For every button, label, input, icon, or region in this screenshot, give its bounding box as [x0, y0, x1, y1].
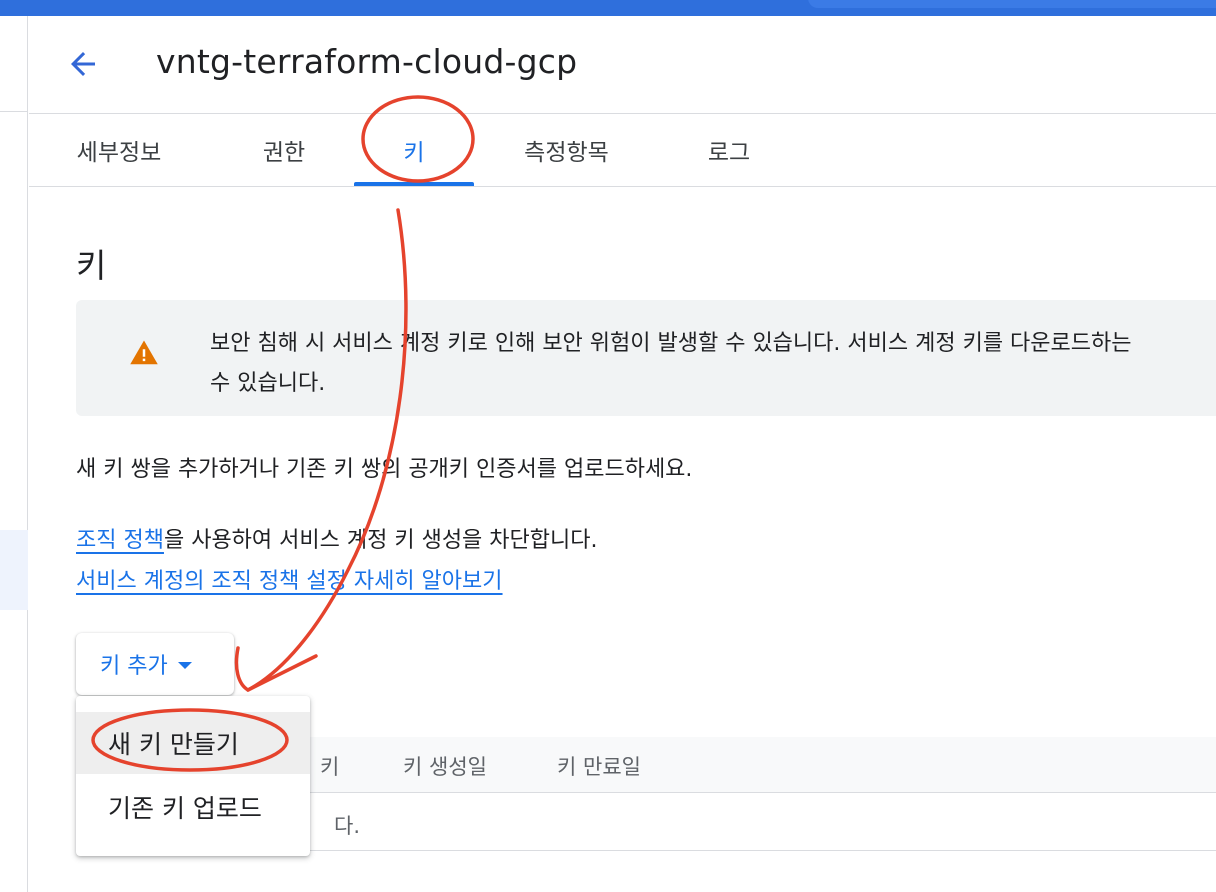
tab-keys[interactable]: 키 — [354, 114, 474, 186]
active-tab-indicator — [354, 182, 474, 186]
empty-state-text: 다. — [334, 814, 360, 838]
column-header-created[interactable]: 키 생성일 — [403, 751, 487, 781]
warning-text-line-2: 수 있습니다. — [210, 371, 326, 396]
add-key-label: 키 추가 — [100, 654, 168, 679]
column-header-expires[interactable]: 키 만료일 — [557, 751, 641, 781]
page-title: vntg-terraform-cloud-gcp — [156, 42, 578, 81]
policy-sentence: 조직 정책을 사용하여 서비스 계정 키 생성을 차단합니다. — [76, 522, 597, 554]
warning-text: 보안 침해 시 서비스 계정 키로 인해 보안 위험이 발생할 수 있습니다. … — [210, 324, 1216, 404]
page-header: vntg-terraform-cloud-gcp — [29, 16, 1216, 114]
tab-metrics[interactable]: 측정항목 — [504, 114, 629, 186]
security-warning-banner: 보안 침해 시 서비스 계정 키로 인해 보안 위험이 발생할 수 있습니다. … — [76, 300, 1216, 416]
nav-item-active[interactable] — [0, 530, 28, 610]
search-bar-edge[interactable] — [808, 0, 1216, 8]
column-header-key[interactable]: 키 — [320, 751, 339, 781]
menu-item-create-new-key[interactable]: 새 키 만들기 — [76, 712, 310, 774]
policy-sentence-suffix: 을 사용하여 서비스 계정 키 생성을 차단합니다. — [163, 528, 598, 553]
menu-item-upload-existing-key[interactable]: 기존 키 업로드 — [76, 776, 310, 838]
tab-details[interactable]: 세부정보 — [59, 114, 179, 186]
nav-divider — [0, 111, 28, 112]
warning-text-line-1: 보안 침해 시 서비스 계정 키로 인해 보안 위험이 발생할 수 있습니다. … — [210, 331, 1132, 356]
back-button[interactable] — [63, 44, 103, 84]
arrow-back-icon — [71, 52, 95, 76]
add-key-menu: 새 키 만들기 기존 키 업로드 — [76, 696, 310, 856]
warning-icon — [130, 340, 158, 365]
tab-logs[interactable]: 로그 — [674, 114, 784, 186]
learn-more-link[interactable]: 서비스 계정의 조직 정책 설정 자세히 알아보기 — [76, 563, 503, 595]
tab-permissions[interactable]: 권한 — [224, 114, 344, 186]
caret-down-icon — [177, 661, 192, 669]
keys-description: 새 키 쌍을 추가하거나 기존 키 쌍의 공개키 인증서를 업로드하세요. — [76, 457, 693, 482]
left-navigation-rail — [0, 16, 28, 892]
org-policy-link[interactable]: 조직 정책 — [76, 528, 164, 553]
top-app-bar — [0, 0, 1216, 16]
add-key-button[interactable]: 키 추가 — [76, 633, 234, 695]
section-title: 키 — [76, 246, 107, 285]
tab-bar: 세부정보 권한 키 측정항목 로그 — [29, 114, 1216, 187]
